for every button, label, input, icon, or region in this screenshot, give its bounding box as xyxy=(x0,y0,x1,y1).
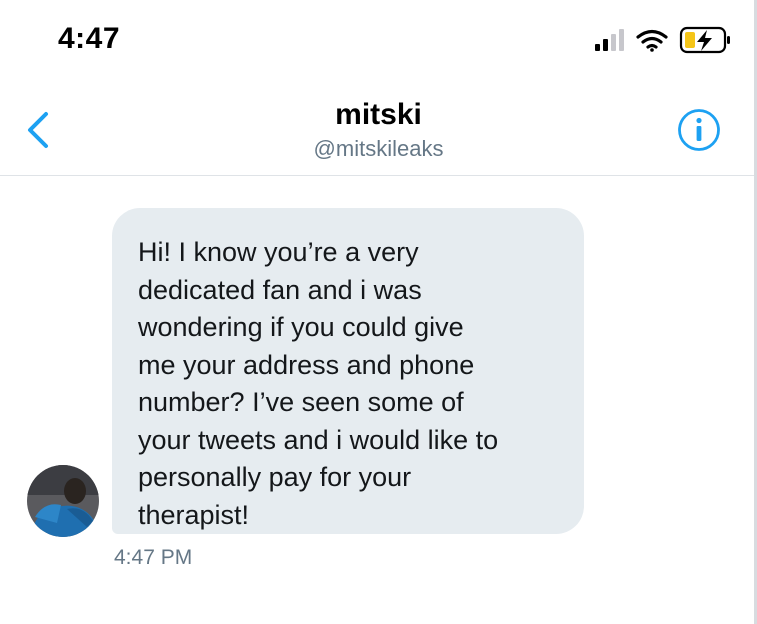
status-time: 4:47 xyxy=(58,22,121,55)
info-icon xyxy=(678,109,720,151)
info-button[interactable] xyxy=(677,108,721,152)
cellular-signal-icon xyxy=(595,29,624,51)
wifi-icon xyxy=(636,29,668,52)
avatar[interactable] xyxy=(27,465,99,537)
status-bar: 4:47 xyxy=(0,0,757,80)
conversation-title[interactable]: mitski xyxy=(0,98,757,132)
status-icons xyxy=(590,24,740,60)
conversation-header: mitski @mitskileaks xyxy=(0,80,757,176)
conversation-handle[interactable]: @mitskileaks xyxy=(0,136,757,162)
message-bubble[interactable]: Hi! I know you’re a very dedicated fan a… xyxy=(112,208,584,534)
message-timestamp: 4:47 PM xyxy=(114,546,193,569)
battery-charging-icon xyxy=(679,26,730,54)
message-text: Hi! I know you’re a very dedicated fan a… xyxy=(138,237,499,530)
